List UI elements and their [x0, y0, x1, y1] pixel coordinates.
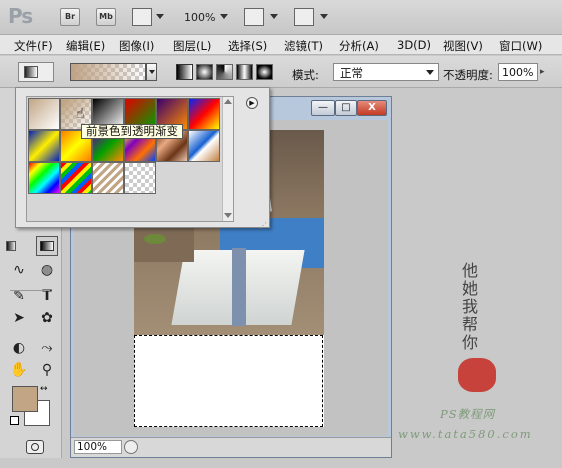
picker-scrollbar[interactable] — [222, 97, 233, 221]
gradient-swatch[interactable] — [28, 162, 60, 194]
chevron-down-icon[interactable] — [156, 14, 164, 19]
hand-tool-icon[interactable]: ✋ — [8, 360, 30, 380]
gradient-swatch[interactable] — [124, 162, 156, 194]
green-leaf — [144, 234, 166, 244]
mode-label: 模式: — [292, 68, 319, 82]
default-colors-icon[interactable] — [10, 416, 19, 425]
path-selection-icon[interactable]: ➤ — [8, 308, 30, 328]
watermark-site-name: PS教程网 — [440, 407, 496, 421]
custom-shape-icon[interactable]: ✿ — [36, 308, 58, 328]
wood-table — [134, 222, 194, 262]
chevron-down-icon[interactable] — [220, 14, 228, 19]
gradient-tool-icon[interactable] — [36, 236, 58, 256]
pen-tool-icon[interactable]: ✎ — [8, 286, 30, 306]
minimize-button[interactable]: — — [311, 100, 335, 116]
opacity-label: 不透明度: — [443, 68, 493, 82]
arrange-documents-icon[interactable] — [244, 8, 264, 26]
type-tool-icon[interactable]: T — [36, 286, 58, 306]
dodge-tool-icon[interactable]: ∿ — [8, 260, 30, 280]
chevron-down-icon[interactable] — [270, 14, 278, 19]
paint-bucket-icon[interactable] — [6, 241, 16, 251]
close-button[interactable]: X — [357, 100, 387, 116]
menu-layer[interactable]: 图层(L) — [173, 38, 211, 54]
gradient-picker-toggle[interactable] — [146, 63, 157, 81]
swap-colors-icon[interactable]: ↔ — [40, 384, 48, 394]
chevron-down-icon — [426, 70, 434, 75]
gradient-swatch[interactable] — [28, 130, 60, 162]
picker-menu-icon[interactable]: ▶ — [246, 97, 258, 109]
scroll-down-icon[interactable] — [224, 213, 232, 218]
menu-window[interactable]: 窗口(W) — [499, 38, 542, 54]
quick-mask-button[interactable] — [26, 440, 44, 454]
chevron-down-icon[interactable] — [320, 14, 328, 19]
toolbox-divider — [10, 290, 50, 291]
menu-bar: 文件(F) 编辑(E) 图像(I) 图层(L) 选择(S) 滤镜(T) 分析(A… — [0, 35, 562, 55]
radial-gradient-button[interactable] — [196, 64, 213, 80]
reflected-gradient-button[interactable] — [236, 64, 253, 80]
3d-rotate-icon[interactable]: ◐ — [8, 338, 30, 358]
selection-marquee[interactable] — [134, 335, 323, 427]
foreground-color-swatch[interactable] — [12, 386, 38, 412]
blend-mode-value: 正常 — [340, 66, 363, 80]
mini-bridge-button[interactable]: Mb — [96, 8, 116, 26]
application-bar: Ps Br Mb 100% — [0, 0, 562, 35]
menu-file[interactable]: 文件(F) — [14, 38, 53, 54]
swatch-tooltip: 前景色到透明渐变 — [81, 124, 183, 139]
hand-cursor-icon: ☝ — [76, 106, 85, 122]
gradient-editor-preview[interactable] — [70, 63, 146, 81]
gradient-tool-icon — [24, 66, 38, 78]
bridge-button[interactable]: Br — [60, 8, 80, 26]
restore-button[interactable]: □ — [335, 100, 357, 116]
screen-mode-icon[interactable] — [294, 8, 314, 26]
chevron-down-icon — [149, 70, 155, 74]
gradient-swatch-grid — [26, 96, 234, 222]
gradient-swatch[interactable] — [188, 130, 220, 162]
options-bar: 模式: 正常 不透明度: 100% ▸ — [0, 56, 562, 88]
menu-analysis[interactable]: 分析(A) — [339, 38, 379, 54]
menu-select[interactable]: 选择(S) — [228, 38, 267, 54]
menu-image[interactable]: 图像(I) — [119, 38, 154, 54]
burn-tool-icon[interactable]: ◍ — [36, 260, 58, 280]
menu-3d[interactable]: 3D(D) — [397, 38, 431, 52]
3d-orbit-icon[interactable]: ⤳ — [36, 338, 58, 358]
photoshop-logo: Ps — [8, 4, 33, 28]
gradient-swatch[interactable] — [28, 98, 60, 130]
menu-edit[interactable]: 编辑(E) — [66, 38, 105, 54]
menu-view[interactable]: 视图(V) — [443, 38, 483, 54]
circle-icon — [31, 443, 39, 451]
status-info-icon[interactable] — [124, 440, 138, 454]
gradient-swatch[interactable] — [92, 162, 124, 194]
menu-filter[interactable]: 滤镜(T) — [284, 38, 323, 54]
extras-icon[interactable] — [132, 8, 152, 26]
linear-gradient-button[interactable] — [176, 64, 193, 80]
zoom-level[interactable]: 100% — [184, 11, 215, 24]
opacity-input[interactable]: 100% — [498, 63, 538, 81]
diamond-gradient-button[interactable] — [256, 64, 273, 80]
watermark-calligraphy: 他她我帮你 — [459, 262, 478, 352]
resize-grip-icon[interactable]: ⋰ — [259, 221, 267, 230]
gradient-swatch[interactable] — [188, 98, 220, 130]
gradient-swatch[interactable] — [60, 162, 92, 194]
watermark-url: www.tata580.com — [398, 427, 533, 441]
opacity-slider-arrow-icon[interactable]: ▸ — [540, 67, 545, 77]
gradient-swatch-icon — [40, 241, 54, 251]
scroll-up-icon[interactable] — [224, 99, 232, 104]
watermark-seal — [458, 358, 496, 392]
blend-mode-select[interactable]: 正常 — [333, 63, 439, 81]
document-zoom-field[interactable]: 100% — [74, 440, 122, 454]
zoom-tool-icon[interactable]: ⚲ — [36, 360, 58, 380]
angle-gradient-button[interactable] — [216, 64, 233, 80]
tool-preset-picker[interactable] — [18, 62, 54, 82]
grey-ribbon — [232, 248, 246, 326]
